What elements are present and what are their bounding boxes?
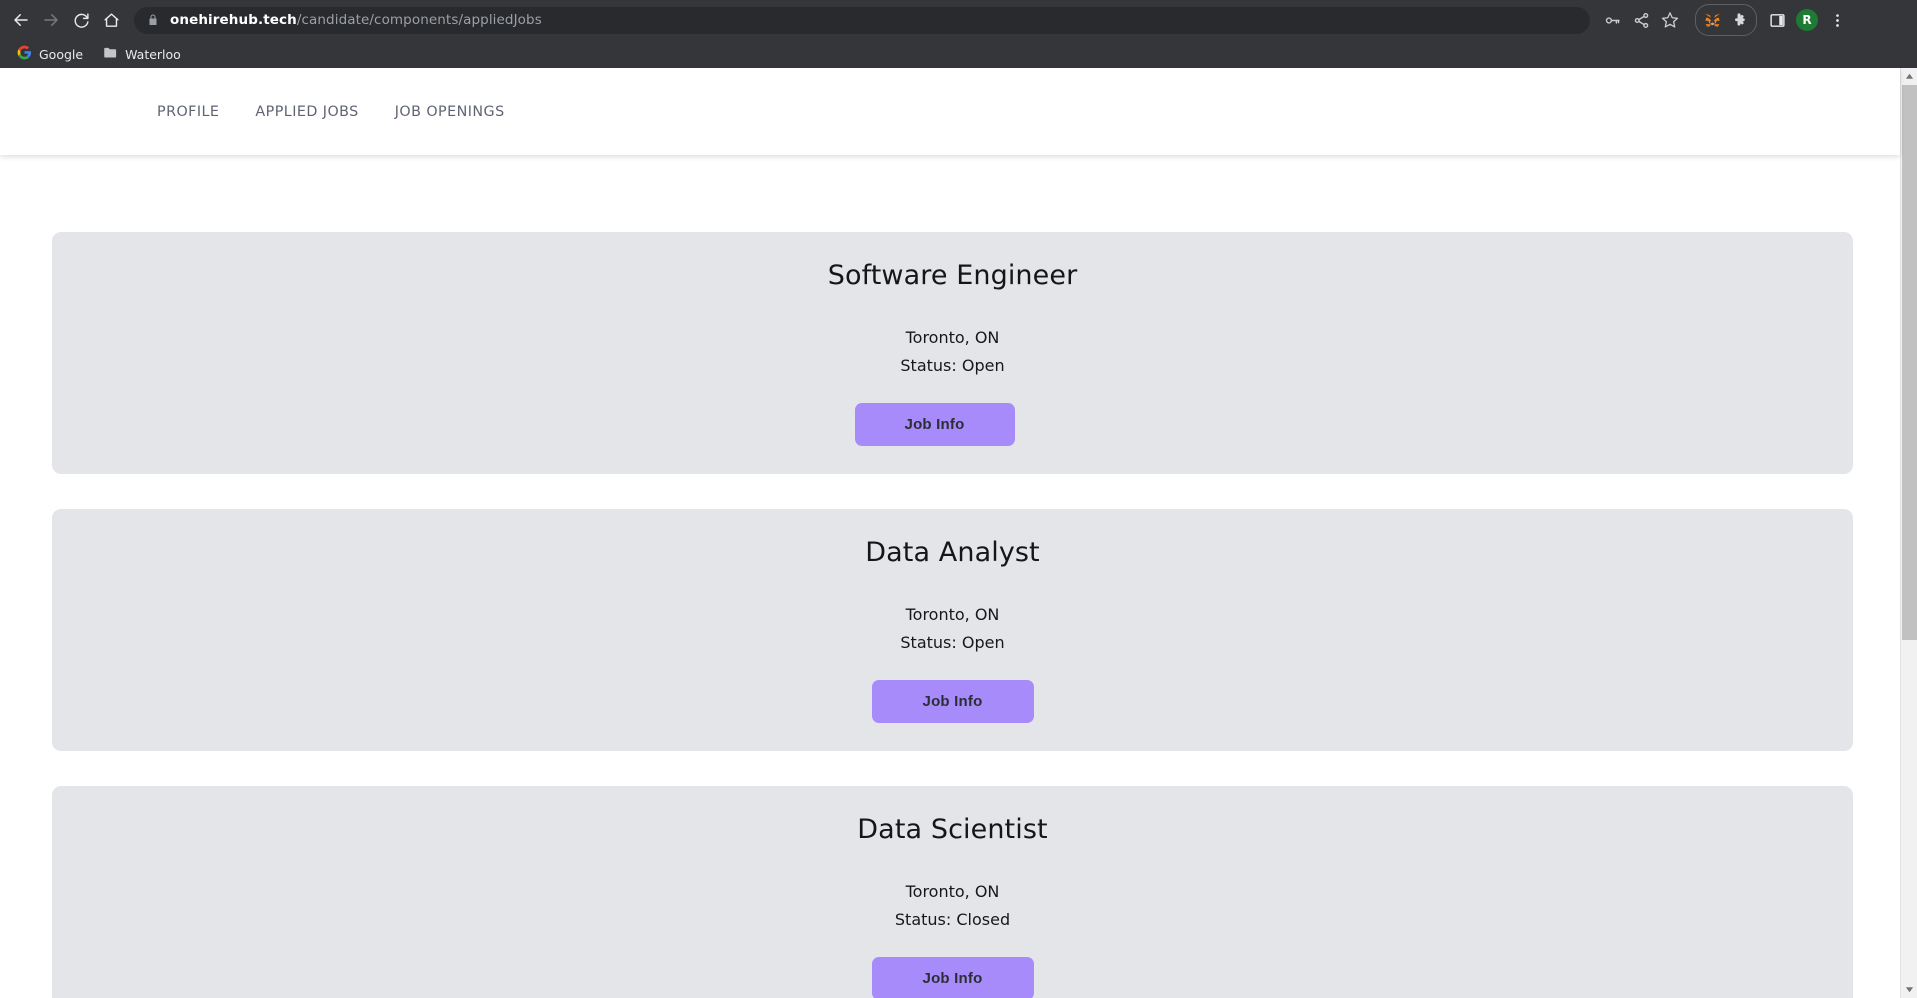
- job-actions: Job Info: [52, 933, 1853, 998]
- bookmarks-bar: Google Waterloo: [0, 40, 1917, 68]
- bookmark-label: Google: [39, 46, 84, 62]
- profile-avatar[interactable]: R: [1796, 9, 1818, 31]
- page-content: PROFILE APPLIED JOBS JOB OPENINGS Softwa…: [0, 68, 1900, 998]
- job-card: Data Scientist Toronto, ON Status: Close…: [52, 785, 1853, 998]
- job-title: Software Engineer: [827, 260, 1078, 291]
- job-info-button[interactable]: Job Info: [871, 679, 1034, 723]
- google-logo-icon: [17, 45, 32, 64]
- home-icon[interactable]: [96, 5, 126, 35]
- job-actions: Job Info: [52, 656, 1853, 723]
- lock-icon: [147, 14, 159, 26]
- nav-link-profile[interactable]: PROFILE: [139, 94, 237, 130]
- job-info-button[interactable]: Job Info: [871, 956, 1034, 998]
- nav-link-job-openings[interactable]: JOB OPENINGS: [377, 94, 523, 130]
- job-status: Status: Closed: [894, 910, 1011, 930]
- scroll-up-arrow-icon[interactable]: [1901, 68, 1917, 85]
- password-key-icon[interactable]: [1598, 6, 1626, 34]
- job-info-button[interactable]: Job Info: [854, 402, 1015, 446]
- nav-link-applied-jobs[interactable]: APPLIED JOBS: [237, 94, 376, 130]
- navbar-links: PROFILE APPLIED JOBS JOB OPENINGS: [0, 94, 523, 130]
- job-status: Status: Open: [900, 633, 1005, 653]
- browser-toolbar: onehirehub.tech/candidate/components/app…: [0, 0, 1917, 40]
- bookmark-label: Waterloo: [125, 46, 181, 62]
- site-navbar: PROFILE APPLIED JOBS JOB OPENINGS: [0, 68, 1900, 155]
- job-actions: Job Info: [52, 379, 1853, 446]
- job-location: Toronto, ON: [905, 881, 1000, 901]
- job-location: Toronto, ON: [905, 604, 1000, 624]
- page-viewport: PROFILE APPLIED JOBS JOB OPENINGS Softwa…: [0, 68, 1917, 998]
- url-path: /candidate/components/appliedJobs: [296, 12, 542, 28]
- three-dot-menu-icon[interactable]: [1823, 6, 1851, 34]
- page-scrollbar[interactable]: [1900, 68, 1917, 998]
- bookmark-google[interactable]: Google: [9, 42, 91, 66]
- address-bar-url: onehirehub.tech/candidate/components/app…: [170, 12, 542, 28]
- extensions-puzzle-icon[interactable]: [1726, 6, 1754, 34]
- forward-arrow-icon[interactable]: [36, 5, 66, 35]
- applied-jobs-list: Software Engineer Toronto, ON Status: Op…: [0, 155, 1900, 998]
- job-card: Data Analyst Toronto, ON Status: Open Jo…: [52, 508, 1853, 751]
- bookmark-star-icon[interactable]: [1656, 6, 1684, 34]
- extensions-group: [1695, 4, 1757, 36]
- job-card: Software Engineer Toronto, ON Status: Op…: [52, 232, 1853, 474]
- job-title: Data Scientist: [857, 813, 1048, 845]
- scrollbar-thumb[interactable]: [1902, 85, 1917, 640]
- job-status: Status: Open: [900, 356, 1005, 376]
- side-panel-icon[interactable]: [1763, 6, 1791, 34]
- bookmark-waterloo[interactable]: Waterloo: [95, 42, 189, 66]
- share-icon[interactable]: [1627, 6, 1655, 34]
- metamask-extension-icon[interactable]: [1698, 6, 1726, 34]
- url-domain: onehirehub.tech: [170, 12, 297, 28]
- scroll-down-arrow-icon[interactable]: [1901, 981, 1917, 998]
- address-bar[interactable]: onehirehub.tech/candidate/components/app…: [134, 6, 1590, 34]
- toolbar-actions: R: [1598, 4, 1851, 36]
- folder-icon: [103, 45, 118, 64]
- browser-chrome: onehirehub.tech/candidate/components/app…: [0, 0, 1917, 68]
- reload-icon[interactable]: [66, 5, 96, 35]
- back-arrow-icon[interactable]: [6, 5, 36, 35]
- job-location: Toronto, ON: [905, 327, 1000, 347]
- job-title: Data Analyst: [865, 536, 1040, 568]
